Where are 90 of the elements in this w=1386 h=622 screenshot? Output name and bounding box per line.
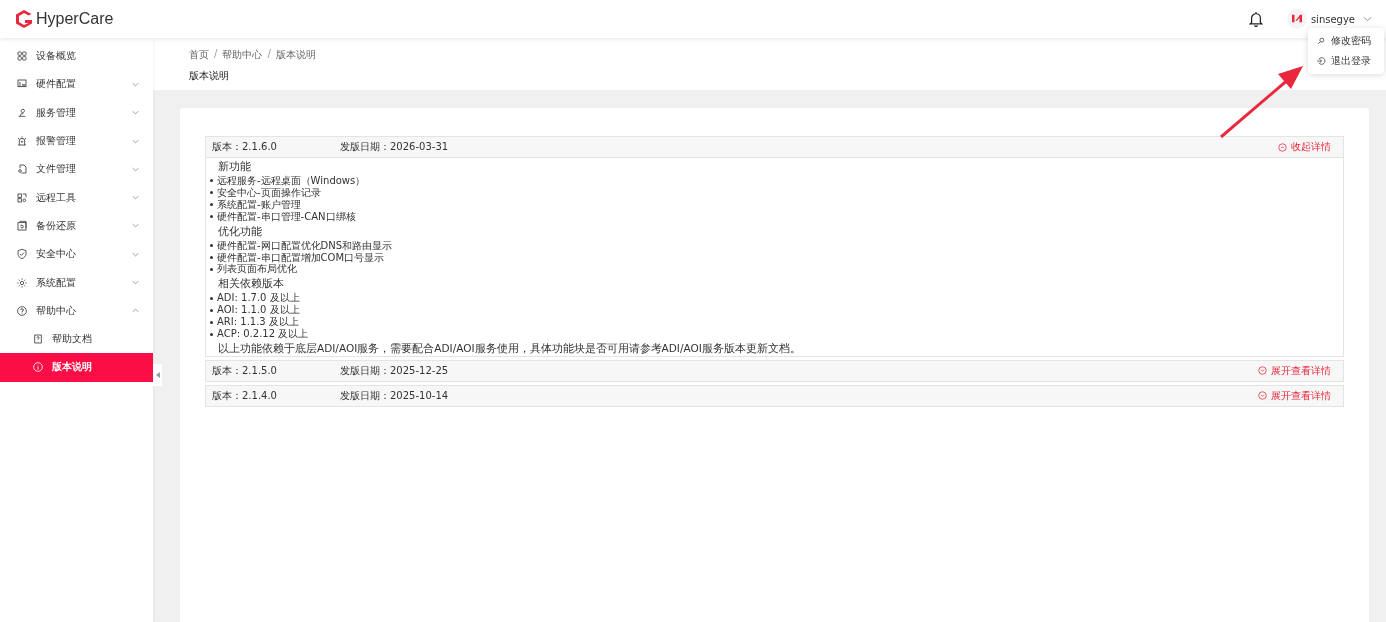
- search-icon: [1316, 36, 1326, 46]
- breadcrumb-link[interactable]: 帮助中心: [222, 48, 263, 62]
- toggle-details-link[interactable]: 展开查看详情: [1258, 363, 1331, 378]
- nav-item[interactable]: 远程工具: [0, 183, 153, 212]
- section-heading: 新功能: [217, 159, 252, 174]
- bullet-icon: [210, 215, 213, 219]
- version-number: 版本：2.1.6.0: [212, 140, 278, 154]
- backup-icon: [16, 219, 28, 232]
- nav-item[interactable]: 服务管理: [0, 98, 153, 127]
- shield-check-icon: [16, 248, 28, 261]
- list-item: 系统配置-账户管理: [217, 198, 301, 211]
- bell-icon[interactable]: [1248, 11, 1263, 27]
- avatar-icon[interactable]: [1286, 9, 1307, 29]
- section-heading: 相关依赖版本: [217, 276, 285, 292]
- circle-chevron-up-icon: [1278, 142, 1287, 152]
- toggle-details-link[interactable]: 展开查看详情: [1258, 388, 1331, 403]
- nav-item[interactable]: 文件管理: [0, 155, 153, 184]
- breadcrumb-separator: /: [214, 48, 218, 61]
- menu-item[interactable]: 修改密码: [1308, 31, 1384, 51]
- nav-label: 版本说明: [52, 360, 92, 375]
- page-title: 版本说明: [189, 69, 230, 83]
- list-item: 安全中心-页面操作记录: [217, 186, 321, 199]
- menu-label: 修改密码: [1331, 34, 1371, 48]
- breadcrumb-separator: /: [267, 48, 271, 61]
- list-item: 远程服务-远程桌面（Windows）: [217, 175, 366, 187]
- nav-item[interactable]: 报警管理: [0, 126, 153, 156]
- bullet-icon: [210, 244, 213, 248]
- nav-subitem[interactable]: 帮助文档: [0, 324, 153, 354]
- section-heading: 优化功能: [217, 223, 263, 239]
- nav-item[interactable]: 系统配置: [0, 268, 153, 297]
- nav-item[interactable]: 帮助中心: [0, 296, 153, 325]
- list-item: ACP: 0.2.12 及以上: [217, 328, 309, 340]
- nav-item[interactable]: 设备概览: [0, 42, 153, 71]
- release-date: 发版日期：2025-10-14: [340, 388, 450, 403]
- list-item: 硬件配置-网口配置优化DNS和路由显示: [217, 239, 393, 252]
- bullet-icon: [210, 203, 213, 207]
- logo-icon: [16, 10, 32, 28]
- version-number: 版本：2.1.5.0: [212, 363, 278, 378]
- bullet-icon: [210, 296, 213, 300]
- release-date: 发版日期：2026-03-31: [340, 140, 450, 154]
- circle-chevron-down-icon: [1258, 391, 1267, 401]
- list-item: 硬件配置-串口管理-CAN口绑核: [217, 210, 356, 223]
- nav-label: 系统配置: [36, 275, 77, 290]
- document-icon: [32, 333, 44, 346]
- release-date: 发版日期：2025-12-25: [340, 363, 450, 378]
- menu-label: 退出登录: [1331, 54, 1371, 68]
- nav-label: 帮助中心: [36, 303, 77, 318]
- tools-icon: [16, 191, 28, 204]
- nav-label: 服务管理: [36, 105, 77, 120]
- list-item: ARI: 1.1.3 及以上: [217, 316, 299, 328]
- version-number: 版本：2.1.4.0: [212, 388, 278, 403]
- breadcrumb-link[interactable]: 版本说明: [275, 48, 316, 62]
- toggle-details-link[interactable]: 收起详情: [1278, 140, 1331, 154]
- bullet-icon: [210, 191, 213, 195]
- bullet-icon: [210, 267, 213, 271]
- bullet-icon: [210, 256, 213, 259]
- help-icon: [16, 304, 28, 317]
- bullet-icon: [210, 332, 213, 336]
- logo-text: HyperCare: [36, 10, 114, 28]
- nav-label: 远程工具: [36, 190, 77, 205]
- list-item: 列表页面布局优化: [217, 263, 297, 276]
- bullet-icon: [210, 308, 213, 312]
- user-name[interactable]: sinsegye: [1310, 13, 1355, 25]
- nav-label: 帮助文档: [52, 332, 92, 347]
- list-item: 硬件配置-串口配置增加COM口号显示: [217, 251, 385, 264]
- nav-item[interactable]: 硬件配置: [0, 70, 153, 99]
- alarm-icon: [16, 135, 28, 148]
- nav-item[interactable]: 安全中心: [0, 240, 153, 269]
- nav-label: 文件管理: [36, 162, 77, 177]
- file-icon: [16, 163, 28, 176]
- collapse-handle[interactable]: [153, 364, 162, 386]
- nav-item[interactable]: 备份还原: [0, 211, 153, 241]
- nav-label: 备份还原: [36, 218, 77, 233]
- grid-icon: [16, 50, 28, 63]
- nav-label: 设备概览: [36, 49, 77, 64]
- list-item: ADI: 1.7.0 及以上: [217, 292, 300, 304]
- logout-icon: [1316, 56, 1326, 66]
- menu-item[interactable]: 退出登录: [1308, 51, 1384, 71]
- note-text: 以上功能依赖于底层ADI/AOI服务，需要配合ADI/AOI服务使用，具体功能块是否可用请参考ADI/AOI服务版本更新文档。: [217, 340, 802, 355]
- info-icon: [32, 361, 44, 374]
- bullet-icon: [210, 320, 213, 324]
- breadcrumb-link[interactable]: 首页: [189, 48, 209, 62]
- circle-chevron-down-icon: [1258, 366, 1267, 376]
- bullet-icon: [210, 179, 213, 183]
- nav-subitem[interactable]: 版本说明: [0, 353, 153, 382]
- nav-label: 安全中心: [36, 247, 77, 262]
- list-item: AOI: 1.1.0 及以上: [217, 304, 300, 316]
- gear-icon: [16, 276, 28, 289]
- nav-label: 报警管理: [36, 134, 77, 149]
- nav-label: 硬件配置: [36, 77, 77, 92]
